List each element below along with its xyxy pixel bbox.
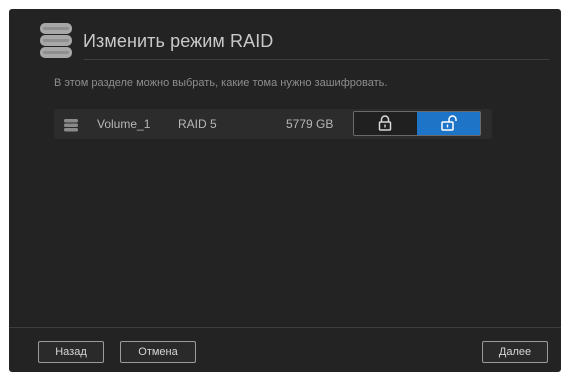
encryption-toggle[interactable] (353, 111, 481, 136)
next-button[interactable]: Далее (482, 341, 548, 363)
volume-raid-level: RAID 5 (178, 117, 217, 131)
title-divider (84, 59, 549, 60)
volume-name: Volume_1 (97, 117, 151, 131)
drive-icon (64, 119, 78, 132)
unlock-option[interactable] (417, 112, 480, 135)
volume-size: 5779 GB (286, 117, 334, 131)
lock-option[interactable] (354, 112, 417, 135)
volume-row: Volume_1 RAID 5 5779 GB (54, 109, 492, 139)
database-icon (40, 23, 72, 58)
page-title: Изменить режим RAID (83, 31, 274, 51)
dialog-footer: Назад Отмена Далее (9, 327, 561, 373)
dialog-header: Изменить режим RAID (9, 9, 561, 60)
raid-mode-dialog: Изменить режим RAID В этом разделе можно… (9, 9, 561, 372)
description-text: В этом разделе можно выбрать, какие тома… (54, 77, 388, 89)
cancel-button[interactable]: Отмена (120, 341, 196, 363)
back-button[interactable]: Назад (38, 341, 104, 363)
unlock-icon (441, 115, 457, 131)
lock-icon (378, 115, 392, 131)
